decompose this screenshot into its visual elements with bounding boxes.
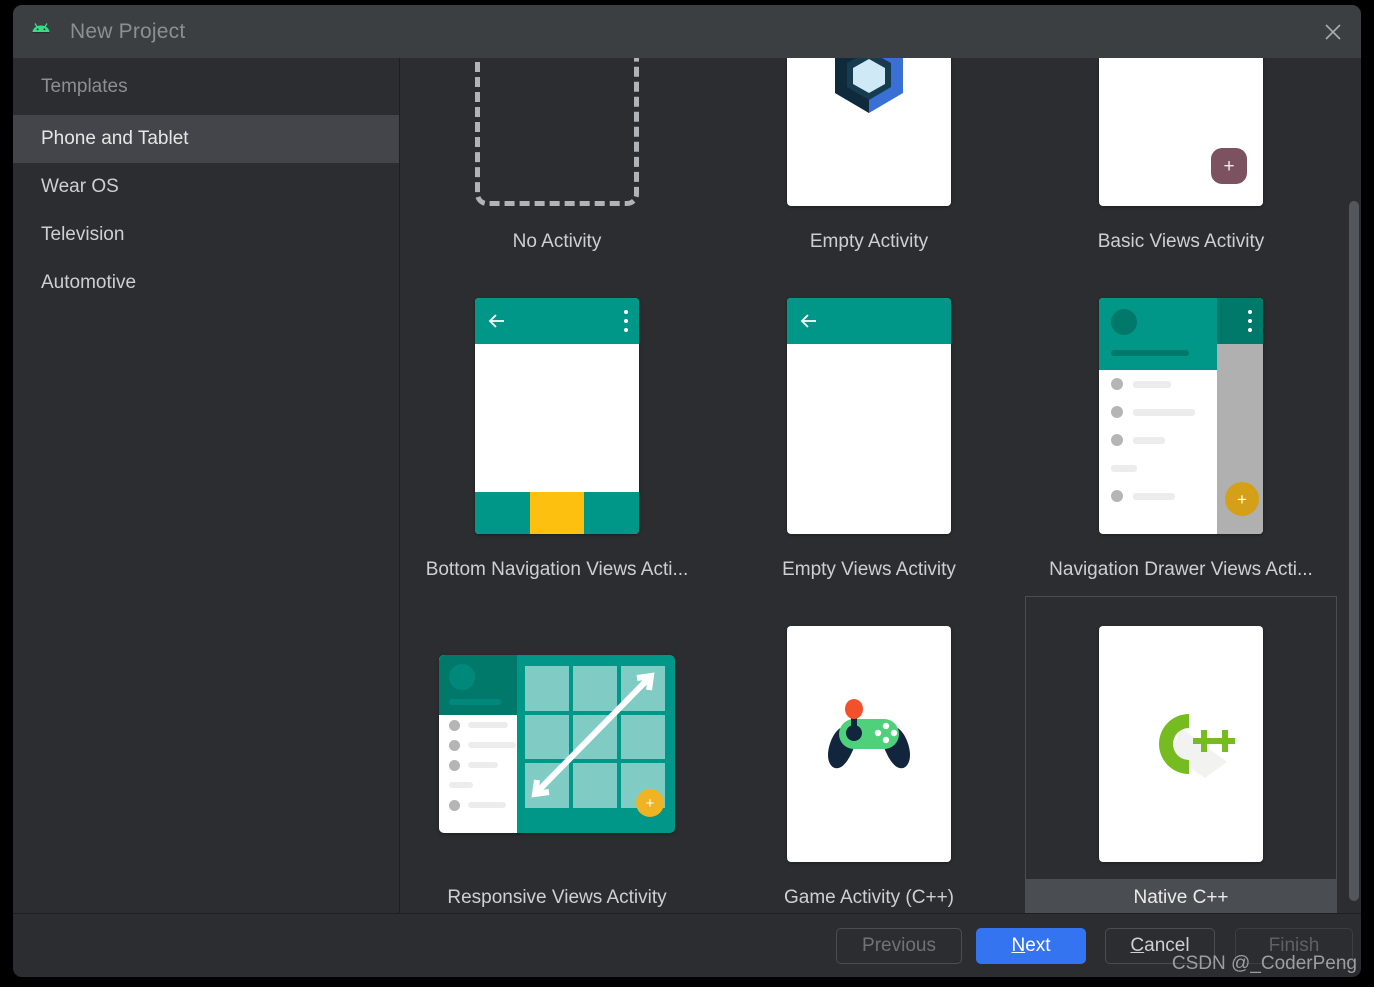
template-label: Bottom Navigation Views Acti...	[401, 551, 713, 591]
fab-add-icon: +	[636, 789, 664, 817]
template-label: Native C++	[1025, 879, 1337, 913]
template-card-native-cpp[interactable]: Native C++	[1025, 596, 1337, 913]
overflow-menu-icon	[624, 310, 628, 332]
template-card-basic-views-activity[interactable]: + Basic Views Activity	[1025, 58, 1337, 268]
sidebar-item-automotive[interactable]: Automotive	[13, 259, 399, 307]
empty-views-thumbnail	[713, 281, 1025, 551]
template-label: Responsive Views Activity	[401, 879, 713, 913]
template-card-navigation-drawer-views-activity[interactable]: + Navigation Drawer Views Acti...	[1025, 268, 1337, 596]
templates-sidebar: Templates Phone and Tablet Wear OS Telev…	[13, 58, 400, 913]
watermark: CSDN @_CoderPeng	[1172, 953, 1357, 975]
fab-add-icon: +	[1225, 482, 1259, 516]
close-icon[interactable]	[1319, 18, 1347, 46]
template-card-game-activity-cpp[interactable]: Game Activity (C++)	[713, 596, 1025, 913]
template-row: Bottom Navigation Views Acti...	[401, 268, 1347, 596]
sidebar-item-label: Wear OS	[41, 176, 119, 197]
navigation-drawer-thumbnail: +	[1025, 281, 1337, 551]
dialog-title: New Project	[70, 20, 185, 44]
basic-views-fab-thumbnail: +	[1025, 58, 1337, 223]
previous-button-label: Previous	[862, 935, 936, 957]
next-mnemonic: N	[1011, 935, 1025, 956]
templates-scrollbar[interactable]	[1347, 58, 1361, 913]
template-label: Empty Activity	[713, 223, 1025, 263]
template-row: + Responsive Views Activity	[401, 596, 1347, 913]
template-label: Basic Views Activity	[1025, 223, 1337, 263]
cpp-logo-thumbnail	[1025, 609, 1337, 879]
gamepad-thumbnail	[713, 609, 1025, 879]
back-arrow-icon	[799, 311, 819, 331]
bottom-navigation-thumbnail	[401, 281, 713, 551]
template-label: Game Activity (C++)	[713, 879, 1025, 913]
dialog-titlebar: New Project	[13, 5, 1361, 58]
sidebar-item-television[interactable]: Television	[13, 211, 399, 259]
next-button-label-rest: ext	[1025, 935, 1050, 956]
dashed-outline-thumbnail	[401, 58, 713, 223]
template-row: No Activity	[401, 58, 1347, 268]
template-card-responsive-views-activity[interactable]: + Responsive Views Activity	[401, 596, 713, 913]
template-card-no-activity[interactable]: No Activity	[401, 58, 713, 268]
sidebar-item-label: Television	[41, 224, 124, 245]
scrollbar-thumb[interactable]	[1349, 201, 1359, 901]
templates-grid: No Activity	[401, 58, 1361, 913]
cancel-mnemonic: C	[1130, 935, 1144, 956]
template-card-empty-activity[interactable]: Empty Activity	[713, 58, 1025, 268]
back-arrow-icon	[487, 311, 507, 331]
previous-button[interactable]: Previous	[836, 928, 962, 964]
template-card-bottom-navigation-views-activity[interactable]: Bottom Navigation Views Acti...	[401, 268, 713, 596]
template-label: Navigation Drawer Views Acti...	[1025, 551, 1337, 591]
android-bugdroid-icon	[30, 22, 52, 42]
template-card-empty-views-activity[interactable]: Empty Views Activity	[713, 268, 1025, 596]
sidebar-item-label: Phone and Tablet	[41, 128, 189, 149]
template-label: No Activity	[401, 223, 713, 263]
compose-logo-thumbnail	[713, 58, 1025, 223]
dialog-footer: Previous Next Cancel Finish CSDN @_Coder…	[13, 913, 1361, 977]
responsive-views-thumbnail: +	[401, 609, 713, 879]
dialog-body: Templates Phone and Tablet Wear OS Telev…	[13, 58, 1361, 913]
fab-add-icon: +	[1211, 148, 1247, 184]
sidebar-item-label: Automotive	[41, 272, 136, 293]
overflow-menu-icon	[1248, 310, 1252, 332]
next-button[interactable]: Next	[976, 928, 1086, 964]
template-label: Empty Views Activity	[713, 551, 1025, 591]
new-project-dialog: New Project Templates Phone and Tablet W…	[13, 5, 1361, 977]
sidebar-item-wear-os[interactable]: Wear OS	[13, 163, 399, 211]
sidebar-item-phone-and-tablet[interactable]: Phone and Tablet	[13, 115, 399, 163]
sidebar-header: Templates	[13, 58, 399, 115]
